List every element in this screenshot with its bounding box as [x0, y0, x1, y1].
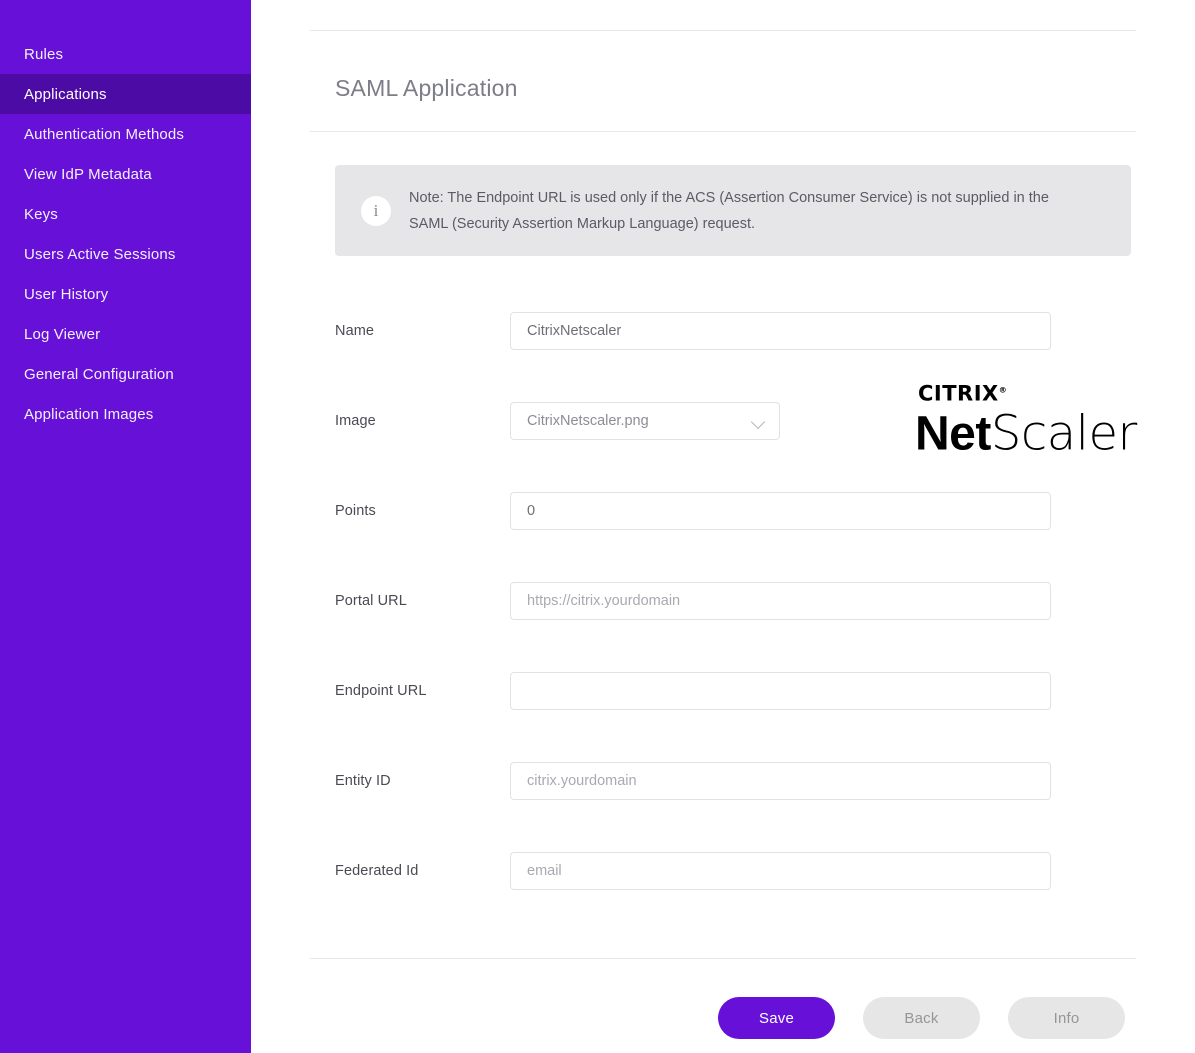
sidebar-navigation: Rules Applications Authentication Method… — [0, 0, 272, 1053]
application-image-preview: CITRIX® NetScaler — [915, 381, 1137, 462]
sidebar-item-label: User History — [24, 285, 109, 303]
sidebar-item-rules[interactable]: Rules — [0, 34, 251, 74]
field-row-endpoint-url: Endpoint URL — [335, 646, 1195, 736]
sidebar-item-label: View IdP Metadata — [24, 165, 152, 183]
field-row-name: Name — [335, 286, 1195, 376]
field-row-entity-id: Entity ID — [335, 736, 1195, 826]
sidebar-item-general-configuration[interactable]: General Configuration — [0, 354, 251, 394]
sidebar-item-label: Authentication Methods — [24, 125, 185, 143]
sidebar-item-view-idp-metadata[interactable]: View IdP Metadata — [0, 154, 251, 194]
chevron-down-icon — [752, 415, 765, 428]
federated-id-label: Federated Id — [335, 863, 419, 880]
entity-id-label: Entity ID — [335, 773, 391, 790]
sidebar-item-label: Users Active Sessions — [24, 245, 176, 263]
sidebar-item-label: General Configuration — [24, 365, 174, 383]
points-input[interactable] — [510, 492, 1051, 531]
field-row-image: Image CitrixNetscaler.png CITRIX® NetSca… — [335, 376, 1195, 466]
name-input[interactable] — [510, 312, 1051, 351]
citrix-wordmark: CITRIX® — [918, 381, 1008, 406]
sidebar-item-users-active-sessions[interactable]: Users Active Sessions — [0, 234, 251, 274]
sidebar-item-label: Keys — [24, 205, 58, 223]
back-button[interactable]: Back — [863, 997, 980, 1040]
endpoint-url-label: Endpoint URL — [335, 683, 427, 700]
sidebar-item-applications[interactable]: Applications — [0, 74, 272, 114]
info-icon: i — [361, 195, 391, 226]
sidebar-item-user-history[interactable]: User History — [0, 274, 251, 314]
points-label: Points — [335, 503, 376, 520]
sidebar-item-label: Rules — [24, 45, 64, 63]
image-select[interactable]: CitrixNetscaler.png — [510, 402, 780, 441]
title-divider — [310, 131, 1136, 133]
save-button[interactable]: Save — [718, 997, 835, 1040]
field-row-federated-id: Federated Id — [335, 826, 1195, 916]
name-label: Name — [335, 323, 375, 340]
image-select-value: CitrixNetscaler.png — [527, 413, 649, 430]
form-action-bar: Save Back Info — [251, 959, 1195, 1040]
saml-application-form: Name Image CitrixNetscaler.png CITRIX® N… — [251, 286, 1195, 916]
sidebar-item-label: Log Viewer — [24, 325, 101, 343]
sidebar-item-label: Application Images — [24, 405, 154, 423]
sidebar-item-keys[interactable]: Keys — [0, 194, 251, 234]
field-row-portal-url: Portal URL — [335, 556, 1195, 646]
main-content: SAML Application i Note: The Endpoint UR… — [251, 0, 1195, 1053]
top-divider — [310, 30, 1136, 31]
endpoint-url-input[interactable] — [510, 672, 1051, 711]
info-note-text: Note: The Endpoint URL is used only if t… — [409, 189, 1049, 232]
sidebar-item-list: Rules Applications Authentication Method… — [0, 0, 272, 434]
portal-url-input[interactable] — [510, 582, 1051, 621]
portal-url-label: Portal URL — [335, 593, 407, 610]
page-title: SAML Application — [335, 75, 518, 102]
sidebar-item-application-images[interactable]: Application Images — [0, 394, 251, 434]
entity-id-input[interactable] — [510, 762, 1051, 801]
federated-id-input[interactable] — [510, 852, 1051, 891]
sidebar-item-log-viewer[interactable]: Log Viewer — [0, 314, 251, 354]
registered-trademark-icon: ® — [998, 385, 1008, 395]
field-row-points: Points — [335, 466, 1195, 556]
info-note-banner: i Note: The Endpoint URL is used only if… — [335, 165, 1131, 257]
info-button[interactable]: Info — [1008, 997, 1125, 1040]
sidebar-item-label: Applications — [24, 85, 107, 103]
image-label: Image — [335, 413, 376, 430]
sidebar-item-authentication-methods[interactable]: Authentication Methods — [0, 114, 251, 154]
netscaler-wordmark: NetScaler — [915, 405, 1137, 462]
